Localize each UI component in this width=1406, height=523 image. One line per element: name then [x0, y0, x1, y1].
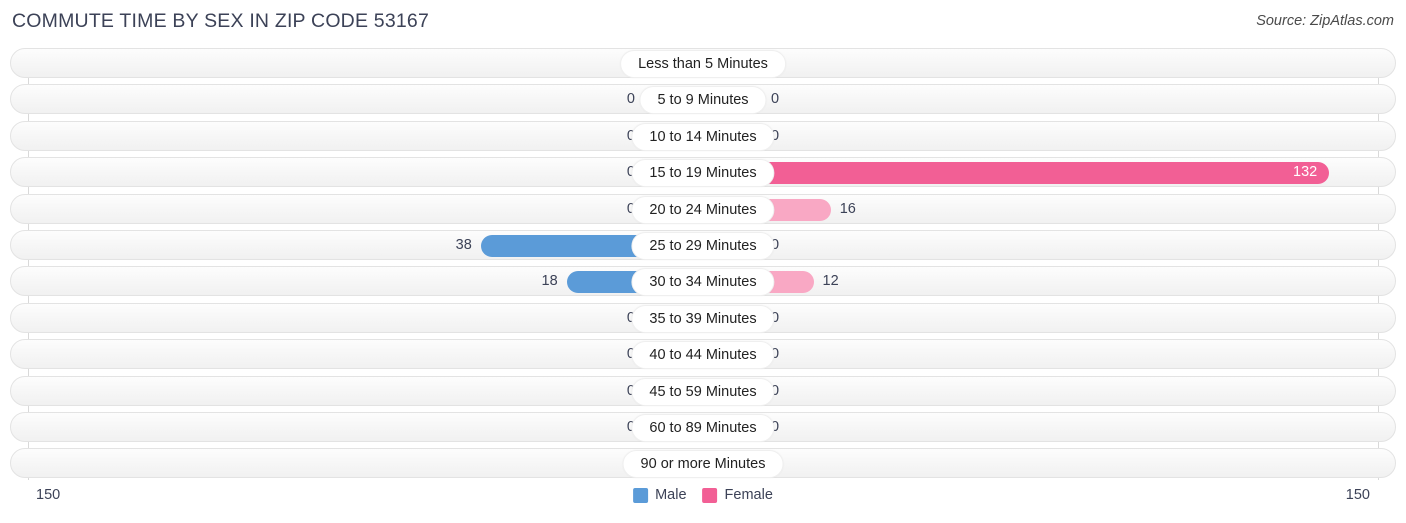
- category-label: 15 to 19 Minutes: [631, 159, 775, 188]
- value-label-female: 0: [771, 91, 780, 108]
- legend-label-female: Female: [724, 487, 773, 503]
- chart-row[interactable]: 38 0 25 to 29 Minutes: [10, 230, 1396, 260]
- legend-item-female[interactable]: Female: [702, 487, 773, 503]
- category-label: 25 to 29 Minutes: [631, 232, 775, 260]
- category-label: 30 to 34 Minutes: [631, 268, 775, 297]
- legend-label-male: Male: [655, 487, 687, 503]
- value-label-female: 16: [839, 200, 856, 217]
- chart-row[interactable]: 0060 to 89 Minutes: [10, 412, 1396, 442]
- category-label: 60 to 89 Minutes: [631, 414, 775, 442]
- value-label-female: 132: [1293, 164, 1318, 181]
- category-label: Less than 5 Minutes: [620, 50, 786, 78]
- legend-item-male[interactable]: Male: [633, 487, 687, 503]
- legend-swatch-female-icon: [702, 487, 718, 503]
- chart-row[interactable]: 013215 to 19 Minutes: [10, 157, 1396, 188]
- category-label: 20 to 24 Minutes: [631, 195, 775, 224]
- chart-row[interactable]: 0045 to 59 Minutes: [10, 375, 1396, 406]
- category-label: 90 or more Minutes: [622, 450, 784, 479]
- axis-tick-right: 150: [1345, 487, 1370, 503]
- value-label-female: 12: [822, 273, 839, 290]
- chart-page: COMMUTE TIME BY SEX IN ZIP CODE 53167 So…: [0, 0, 1406, 523]
- category-label: 40 to 44 Minutes: [631, 341, 775, 370]
- chart-row[interactable]: 18 12 30 to 34 Minutes: [10, 266, 1396, 297]
- page-title: COMMUTE TIME BY SEX IN ZIP CODE 53167: [12, 10, 430, 32]
- chart-row[interactable]: 0010 to 14 Minutes: [10, 120, 1396, 151]
- chart-row[interactable]: 01620 to 24 Minutes: [10, 193, 1396, 224]
- value-label-male: 38: [455, 237, 472, 253]
- chart-row[interactable]: 0035 to 39 Minutes: [10, 302, 1396, 333]
- value-label-male: 18: [541, 273, 558, 290]
- chart-row[interactable]: 00Less than 5 Minutes: [10, 48, 1396, 78]
- axis-tick-left: 150: [36, 487, 61, 503]
- chart-row[interactable]: 0090 or more Minutes: [10, 448, 1396, 479]
- category-label: 45 to 59 Minutes: [631, 377, 775, 406]
- category-label: 10 to 14 Minutes: [631, 122, 775, 151]
- chart-row[interactable]: 0 05 to 9 Minutes: [10, 84, 1396, 115]
- bar-female[interactable]: [714, 162, 1329, 185]
- legend-swatch-male-icon: [633, 487, 649, 503]
- chart-plot-area: 00Less than 5 Minutes 0 05 to 9 Minutes 001…: [0, 44, 1406, 480]
- category-label: 5 to 9 Minutes: [639, 86, 767, 115]
- chart-header: COMMUTE TIME BY SEX IN ZIP CODE 53167 So…: [0, 0, 1406, 44]
- chart-legend: Male Female: [633, 487, 773, 503]
- category-label: 35 to 39 Minutes: [631, 304, 775, 333]
- source-attribution: Source: ZipAtlas.com: [1256, 13, 1394, 29]
- chart-row[interactable]: 0040 to 44 Minutes: [10, 339, 1396, 370]
- chart-footer: 150 150 Male Female: [0, 480, 1406, 523]
- value-label-male: 0: [626, 91, 635, 108]
